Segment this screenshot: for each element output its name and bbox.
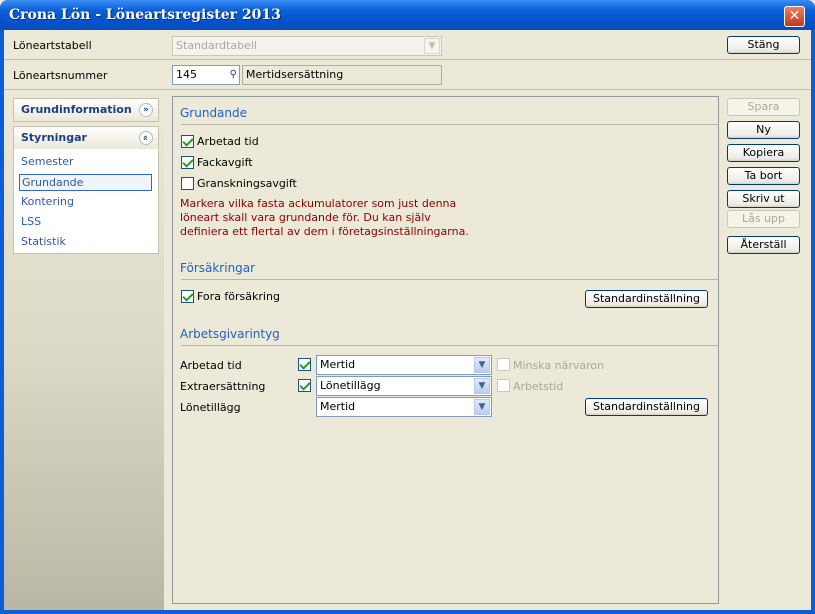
- stang-button[interactable]: Stäng: [727, 36, 800, 54]
- checkbox-arbetstid: [497, 379, 510, 392]
- checkbox-minska-narvaron: [497, 358, 510, 371]
- section-divider: [181, 279, 718, 280]
- chevron-down-icon[interactable]: ▼: [474, 399, 490, 415]
- kopiera-button[interactable]: Kopiera: [727, 144, 800, 162]
- checkbox-arbetad-tid[interactable]: [181, 135, 194, 148]
- agi-select-extraersattning[interactable]: Lönetillägg ▼: [316, 376, 492, 396]
- client-area: Löneartstabell Standardtabell ▼ Stäng Lö…: [4, 30, 811, 610]
- panel-title-styrningar: Styrningar: [21, 131, 87, 144]
- content-panel: Grundande Arbetad tid Fackavgift Granskn…: [172, 96, 719, 604]
- sidebar-item-kontering[interactable]: Kontering: [19, 194, 152, 211]
- loneart-name-field: Mertidsersättning: [242, 65, 442, 85]
- loneartsnummer-label: Löneartsnummer: [13, 69, 108, 82]
- checkbox-fackavgift[interactable]: [181, 156, 194, 169]
- section-title-forsakringar: Försäkringar: [180, 261, 256, 275]
- checkbox-label-arbetad-tid: Arbetad tid: [197, 135, 259, 148]
- chevron-double-down-icon[interactable]: »: [139, 103, 153, 117]
- sidebar-item-grundande[interactable]: Grundande: [19, 174, 152, 191]
- agi-select-value: Mertid: [320, 358, 356, 371]
- window-title: Crona Lön - Löneartsregister 2013: [9, 7, 281, 23]
- agi-label-lonetillagg: Lönetillägg: [180, 401, 241, 414]
- panel-title-grundinformation: Grundinformation: [21, 103, 132, 116]
- standardinstallning-button[interactable]: Standardinställning: [585, 290, 708, 308]
- section-title-grundande: Grundande: [180, 106, 248, 120]
- ny-button[interactable]: Ny: [727, 121, 800, 139]
- panel-header-styrningar[interactable]: Styrningar »: [14, 127, 158, 149]
- panel-header-grundinformation[interactable]: Grundinformation »: [14, 99, 158, 121]
- agi-select-arbetad-tid[interactable]: Mertid ▼: [316, 355, 492, 375]
- loneartsnummer-input[interactable]: 145 ⚲: [172, 65, 240, 85]
- sidebar-item-semester[interactable]: Semester: [19, 154, 152, 171]
- loneartstabell-value: Standardtabell: [176, 39, 257, 52]
- agi-select-value: Lönetillägg: [320, 379, 381, 392]
- checkbox-granskningsavgift[interactable]: [181, 177, 194, 190]
- sidebar: Grundinformation » Styrningar » Semester…: [4, 91, 164, 610]
- chevron-double-up-icon[interactable]: »: [139, 131, 153, 145]
- loneartsnummer-value: 145: [176, 68, 197, 81]
- panel-grundinformation[interactable]: Grundinformation »: [13, 98, 159, 122]
- app-window: Crona Lön - Löneartsregister 2013 ✕ Löne…: [0, 0, 815, 614]
- chevron-down-icon: ▼: [424, 38, 440, 54]
- section-divider: [181, 345, 718, 346]
- grundande-note: Markera vilka fasta ackumulatorer som ju…: [180, 197, 469, 238]
- sidebar-item-statistik[interactable]: Statistik: [19, 234, 152, 251]
- section-divider: [181, 124, 718, 125]
- aterstall-button[interactable]: Återställ: [727, 236, 800, 254]
- spara-button[interactable]: Spara: [727, 98, 800, 116]
- loneartstabell-row: Löneartstabell Standardtabell ▼ Stäng: [4, 30, 811, 60]
- loneart-name: Mertidsersättning: [246, 68, 344, 81]
- binoculars-icon[interactable]: ⚲: [230, 66, 237, 84]
- close-icon[interactable]: ✕: [784, 6, 805, 27]
- agi-label-extraersattning: Extraersättning: [180, 380, 266, 393]
- checkbox-label-granskningsavgift: Granskningsavgift: [197, 177, 297, 190]
- loneartstabell-label: Löneartstabell: [13, 39, 92, 52]
- title-bar[interactable]: Crona Lön - Löneartsregister 2013 ✕: [0, 0, 815, 30]
- agi-checkbox-arbetad-tid[interactable]: [298, 358, 311, 371]
- ta-bort-button[interactable]: Ta bort: [727, 167, 800, 185]
- checkbox-label-minska-narvaron: Minska närvaron: [513, 359, 605, 372]
- checkbox-label-fackavgift: Fackavgift: [197, 156, 253, 169]
- standardinstallning-button-agi[interactable]: Standardinställning: [585, 398, 708, 416]
- section-title-arbetsgivarintyg: Arbetsgivarintyg: [180, 327, 280, 341]
- skriv-ut-button[interactable]: Skriv ut: [727, 190, 800, 208]
- agi-select-value: Mertid: [320, 400, 356, 413]
- las-upp-button[interactable]: Lås upp: [727, 210, 800, 228]
- chevron-down-icon[interactable]: ▼: [474, 357, 490, 373]
- checkbox-label-arbetstid: Arbetstid: [513, 380, 564, 393]
- panel-styrningar: Styrningar » Semester Grundande Konterin…: [13, 126, 159, 254]
- chevron-down-icon[interactable]: ▼: [474, 378, 490, 394]
- agi-label-arbetad-tid: Arbetad tid: [180, 359, 242, 372]
- agi-checkbox-extraersattning[interactable]: [298, 379, 311, 392]
- agi-select-lonetillagg[interactable]: Mertid ▼: [316, 397, 492, 417]
- checkbox-label-fora-forsakring: Fora försäkring: [197, 290, 280, 303]
- checkbox-fora-forsakring[interactable]: [181, 290, 194, 303]
- loneartsnummer-row: Löneartsnummer 145 ⚲ Mertidsersättning: [4, 61, 811, 90]
- loneartstabell-select: Standardtabell ▼: [172, 36, 442, 56]
- sidebar-item-lss[interactable]: LSS: [19, 214, 152, 231]
